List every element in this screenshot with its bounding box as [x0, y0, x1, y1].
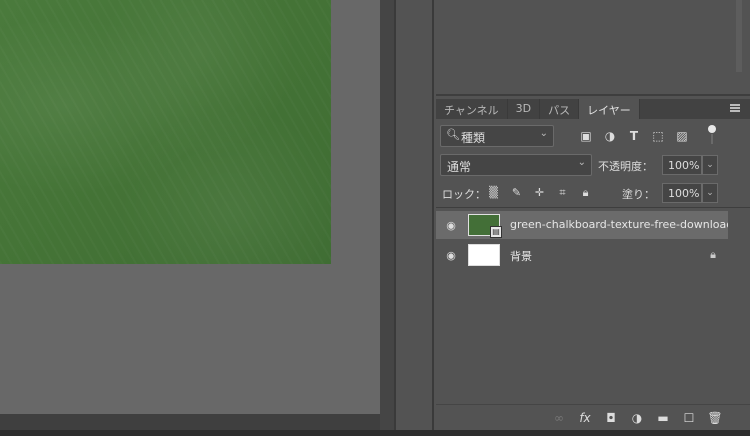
- blend-row: 通常 ⌄ 不透明度： 100% ⌄: [440, 154, 746, 176]
- layer-name[interactable]: green-chalkboard-texture-free-download: [510, 218, 733, 231]
- fill-dropdown-button[interactable]: ⌄: [702, 183, 718, 203]
- lock-label: ロック：: [442, 188, 486, 201]
- lock-position-move-icon[interactable]: ✛: [528, 183, 551, 203]
- blend-mode-select[interactable]: 通常 ⌄: [440, 154, 592, 176]
- panel-tabs: チャンネル 3D パス レイヤー: [436, 99, 750, 119]
- image-filter-icon[interactable]: ▣: [574, 126, 598, 146]
- smart-object-filter-icon[interactable]: ▨: [670, 126, 694, 146]
- adjustment-layer-icon[interactable]: ◑: [624, 409, 650, 427]
- tab-3d[interactable]: 3D: [508, 99, 541, 119]
- horizontal-scrollbar[interactable]: [0, 414, 380, 430]
- fill-label: 塗り：: [622, 188, 655, 201]
- layers-bottom-toolbar: ∞ fx ◘ ◑ ▬ ☐ 🗑︎: [436, 404, 750, 430]
- lock-row: ロック： ▒ ✎ ✛ ⌗ 🔒︎ 塗り： 100% ⌄: [440, 182, 746, 204]
- add-mask-icon[interactable]: ◘: [598, 409, 624, 427]
- vertical-scrollbar[interactable]: [380, 0, 394, 430]
- layer-row[interactable]: ◉ 背景 🔒︎: [436, 241, 728, 269]
- right-panel: チャンネル 3D パス レイヤー 🔍︎ 種類 ⌄ ▣ ◑ T ⬚ ▨ 通常 ⌄ …: [436, 0, 750, 430]
- eye-icon[interactable]: ◉: [444, 249, 458, 262]
- layer-thumbnail[interactable]: ▤: [468, 214, 502, 238]
- opacity-dropdown-button[interactable]: ⌄: [702, 155, 718, 175]
- filter-toggle-switch[interactable]: [706, 125, 716, 145]
- delete-layer-trash-icon[interactable]: 🗑︎: [702, 409, 728, 427]
- upper-panel-scrollbar[interactable]: [736, 0, 742, 72]
- link-layers-icon[interactable]: ∞: [546, 409, 572, 427]
- layer-thumbnail[interactable]: [468, 244, 500, 266]
- chevron-down-icon: ⌄: [539, 128, 548, 139]
- opacity-label: 不透明度：: [598, 160, 653, 173]
- lock-icon: 🔒︎: [710, 248, 716, 261]
- opacity-input[interactable]: 100%: [662, 155, 702, 175]
- search-icon: 🔍︎: [446, 128, 460, 141]
- layer-filter-row: 🔍︎ 種類 ⌄ ▣ ◑ T ⬚ ▨: [440, 125, 746, 147]
- filter-kind-label: 種類: [461, 131, 486, 145]
- filter-kind-select[interactable]: 🔍︎ 種類 ⌄: [440, 125, 554, 147]
- shape-filter-icon[interactable]: ⬚: [646, 126, 670, 146]
- bottom-icons: ∞ fx ◘ ◑ ▬ ☐ 🗑︎: [546, 409, 728, 427]
- lock-artboard-icon[interactable]: ⌗: [551, 183, 574, 203]
- layers-scrollbar[interactable]: [728, 208, 750, 404]
- fill-input[interactable]: 100%: [662, 183, 702, 203]
- eye-icon[interactable]: ◉: [444, 219, 458, 232]
- blend-mode-value: 通常: [447, 160, 472, 174]
- divider: [436, 207, 750, 208]
- lock-icons: ▒ ✎ ✛ ⌗ 🔒︎: [482, 183, 597, 203]
- tab-paths[interactable]: パス: [540, 99, 580, 119]
- bottom-edge: [0, 430, 750, 436]
- tab-channels[interactable]: チャンネル: [436, 99, 508, 119]
- type-filter-icon[interactable]: T: [622, 126, 646, 146]
- document-canvas-area[interactable]: [0, 0, 380, 414]
- chevron-down-icon: ⌄: [577, 157, 586, 168]
- lock-pixels-brush-icon[interactable]: ✎: [505, 183, 528, 203]
- smart-object-badge-icon: ▤: [490, 226, 502, 238]
- new-layer-icon[interactable]: ☐: [676, 409, 702, 427]
- layer-style-fx-icon[interactable]: fx: [572, 409, 598, 427]
- chalkboard-image[interactable]: [0, 0, 331, 264]
- tab-layers[interactable]: レイヤー: [579, 99, 640, 119]
- panel-menu-icon[interactable]: [730, 104, 740, 112]
- lock-all-icon[interactable]: 🔒︎: [574, 183, 597, 203]
- filter-icons: ▣ ◑ T ⬚ ▨: [574, 126, 694, 146]
- adjustment-filter-icon[interactable]: ◑: [598, 126, 622, 146]
- lock-transparency-icon[interactable]: ▒: [482, 183, 505, 203]
- upper-panel: [436, 0, 750, 96]
- panel-dock-gutter: [394, 0, 434, 430]
- photoshop-window: チャンネル 3D パス レイヤー 🔍︎ 種類 ⌄ ▣ ◑ T ⬚ ▨ 通常 ⌄ …: [0, 0, 750, 436]
- layer-row[interactable]: ◉ ▤ green-chalkboard-texture-free-downlo…: [436, 211, 733, 239]
- layer-name[interactable]: 背景: [510, 248, 532, 264]
- new-group-folder-icon[interactable]: ▬: [650, 409, 676, 427]
